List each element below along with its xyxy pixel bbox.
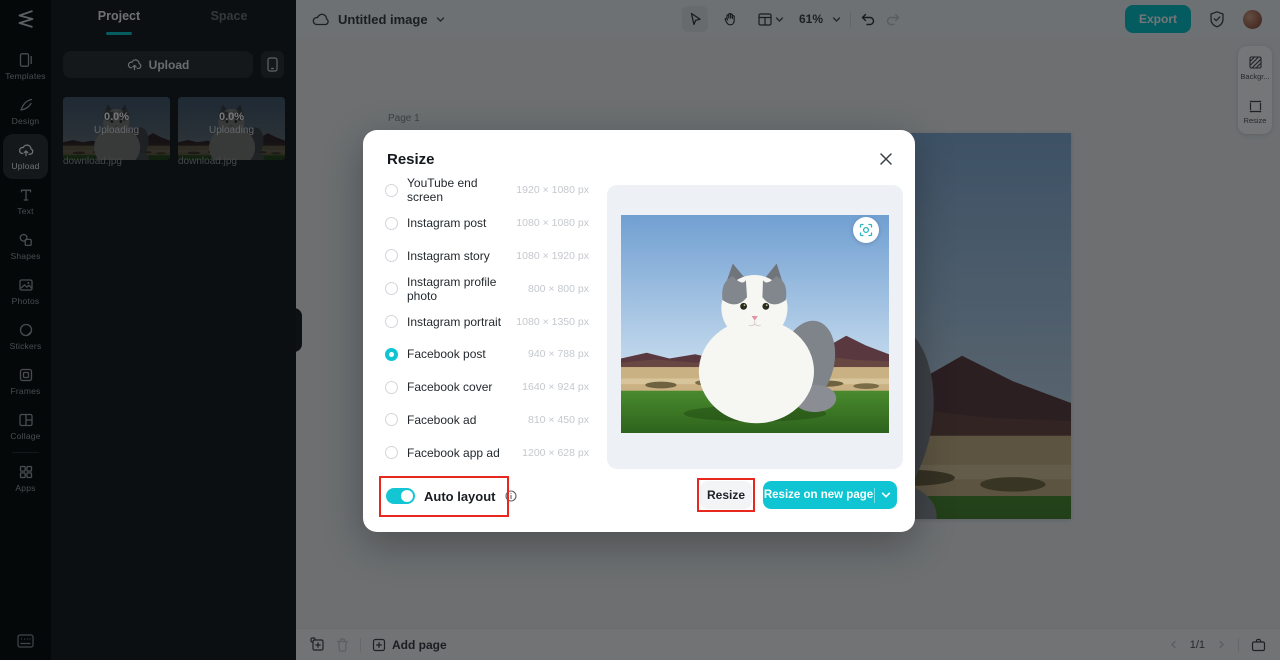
resize-button[interactable]: Resize bbox=[700, 481, 752, 509]
preset-option-youtube-end-screen[interactable]: YouTube end screen 1920 × 1080 px bbox=[385, 174, 589, 207]
preset-option-instagram-profile-photo[interactable]: Instagram profile photo 800 × 800 px bbox=[385, 272, 589, 305]
preset-size: 940 × 788 px bbox=[527, 348, 589, 361]
radio-button[interactable] bbox=[385, 315, 398, 329]
split-button-chevron[interactable] bbox=[875, 490, 897, 500]
preset-size: 1080 × 1920 px bbox=[516, 249, 589, 262]
preset-size: 1080 × 1350 px bbox=[516, 315, 589, 328]
chevron-down-icon bbox=[881, 492, 891, 498]
preset-option-instagram-post[interactable]: Instagram post 1080 × 1080 px bbox=[385, 207, 589, 240]
resize-preview-panel bbox=[607, 185, 903, 469]
preset-label: Facebook post bbox=[407, 347, 486, 362]
radio-button[interactable] bbox=[385, 282, 398, 296]
preset-option-facebook-app-ad[interactable]: Facebook app ad 1200 × 628 px bbox=[385, 436, 589, 469]
preset-size: 1920 × 1080 px bbox=[516, 184, 589, 197]
resize-dialog: Resize YouTube end screen 1920 × 1080 px… bbox=[363, 130, 915, 532]
crop-focus-icon bbox=[859, 223, 873, 237]
smart-crop-button[interactable] bbox=[853, 217, 879, 243]
preset-label: Instagram post bbox=[407, 216, 487, 231]
preset-label: Instagram portrait bbox=[407, 314, 502, 329]
preset-option-instagram-portrait[interactable]: Instagram portrait 1080 × 1350 px bbox=[385, 305, 589, 338]
preset-option-facebook-cover[interactable]: Facebook cover 1640 × 924 px bbox=[385, 371, 589, 404]
radio-button[interactable] bbox=[385, 249, 398, 263]
preset-label: Facebook cover bbox=[407, 380, 493, 395]
close-icon[interactable] bbox=[879, 152, 893, 166]
preset-size: 810 × 450 px bbox=[527, 413, 589, 426]
preset-list: YouTube end screen 1920 × 1080 px Instag… bbox=[385, 174, 589, 469]
auto-layout-row: Auto layout bbox=[386, 488, 517, 504]
preset-label: Facebook ad bbox=[407, 412, 477, 427]
radio-button-selected[interactable] bbox=[385, 347, 398, 361]
preset-size: 1640 × 924 px bbox=[522, 381, 589, 394]
toggle-knob bbox=[401, 490, 413, 502]
auto-layout-label: Auto layout bbox=[424, 488, 496, 504]
dialog-title: Resize bbox=[387, 151, 435, 168]
resize-on-new-page-label: Resize on new page bbox=[763, 489, 874, 501]
radio-button[interactable] bbox=[385, 380, 398, 394]
resize-on-new-page-button[interactable]: Resize on new page bbox=[763, 481, 897, 509]
radio-button[interactable] bbox=[385, 446, 398, 460]
radio-button[interactable] bbox=[385, 216, 398, 230]
preset-option-facebook-post[interactable]: Facebook post 940 × 788 px bbox=[385, 338, 589, 371]
preset-option-instagram-story[interactable]: Instagram story 1080 × 1920 px bbox=[385, 240, 589, 273]
radio-button[interactable] bbox=[385, 183, 398, 197]
preset-label: Facebook app ad bbox=[407, 445, 500, 460]
preset-label: Instagram story bbox=[407, 248, 490, 263]
info-icon[interactable] bbox=[504, 490, 517, 502]
preset-size: 1080 × 1080 px bbox=[516, 217, 589, 230]
preview-image bbox=[621, 215, 889, 433]
preset-size: 1200 × 628 px bbox=[522, 446, 589, 459]
auto-layout-toggle[interactable] bbox=[386, 488, 415, 504]
preset-label: Instagram profile photo bbox=[407, 274, 497, 303]
radio-button[interactable] bbox=[385, 413, 398, 427]
preset-option-facebook-ad[interactable]: Facebook ad 810 × 450 px bbox=[385, 404, 589, 437]
preset-size: 800 × 800 px bbox=[527, 282, 589, 295]
preset-label: YouTube end screen bbox=[407, 176, 478, 205]
